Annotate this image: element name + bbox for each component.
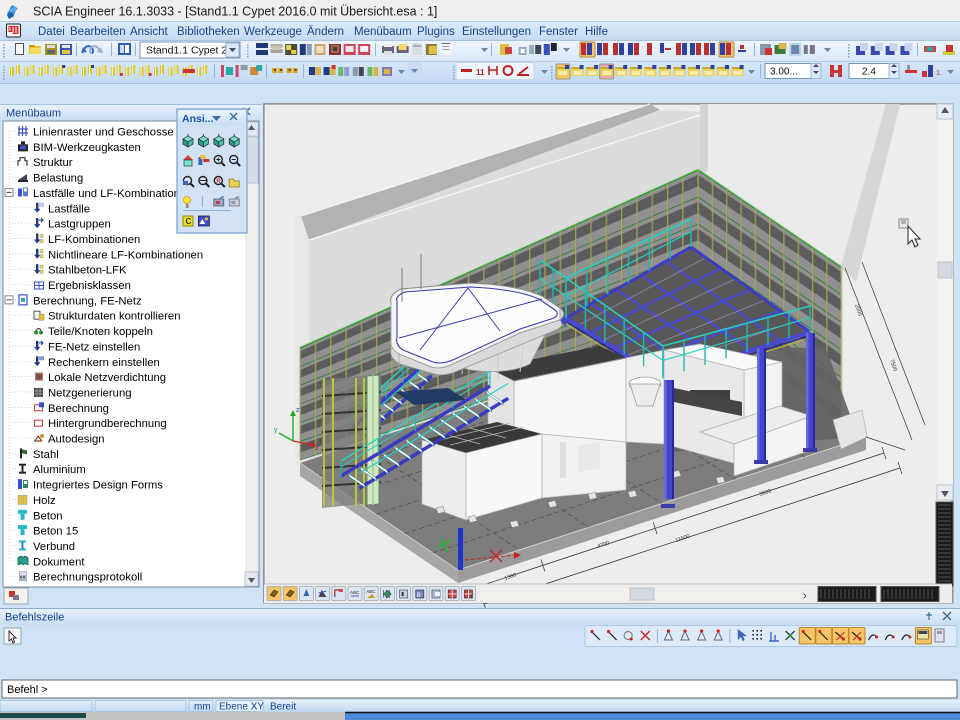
- svg-text:2.4: 2.4: [862, 67, 876, 78]
- svg-text:Werkzeuge: Werkzeuge: [244, 26, 302, 38]
- svg-text:Lastfälle: Lastfälle: [48, 203, 90, 215]
- svg-text:Ebene XY: Ebene XY: [219, 702, 264, 713]
- svg-text:Menübaum: Menübaum: [6, 108, 61, 120]
- svg-text:‹: ‹: [470, 590, 474, 602]
- svg-text:Menübaum: Menübaum: [354, 26, 412, 38]
- svg-text:ABC: ABC: [350, 590, 360, 595]
- svg-text:Lokale Netzverdichtung: Lokale Netzverdichtung: [48, 372, 166, 384]
- svg-text:Aluminium: Aluminium: [33, 464, 86, 476]
- svg-text:Nichtlineare LF-Kombinationen: Nichtlineare LF-Kombinationen: [48, 249, 203, 261]
- svg-text:Beton: Beton: [33, 510, 63, 522]
- svg-text:Befehl >: Befehl >: [7, 684, 48, 696]
- svg-text:Ändern: Ändern: [307, 26, 344, 38]
- svg-text:11: 11: [476, 68, 485, 77]
- svg-text:Bearbeiten: Bearbeiten: [70, 26, 126, 38]
- svg-text:Linienraster und Geschosse: Linienraster und Geschosse: [33, 127, 174, 139]
- svg-text:Dokument: Dokument: [33, 556, 85, 568]
- svg-text:LF-Kombinationen: LF-Kombinationen: [48, 234, 140, 246]
- svg-text:Verbund: Verbund: [33, 541, 75, 553]
- svg-text:3.00...: 3.00...: [770, 67, 798, 78]
- svg-text:Plugins: Plugins: [417, 26, 455, 38]
- svg-text:Stahlbeton-LFK: Stahlbeton-LFK: [48, 265, 127, 277]
- svg-text:z: z: [296, 407, 300, 414]
- svg-text:Holz: Holz: [33, 495, 56, 507]
- svg-text:Berechnungsprotokoll: Berechnungsprotokoll: [33, 572, 142, 584]
- svg-text:SCIA Engineer 16.1.3033 - [Sta: SCIA Engineer 16.1.3033 - [Stand1.1 Cype…: [33, 5, 437, 19]
- svg-text:x: x: [315, 445, 319, 452]
- svg-text:y: y: [274, 427, 278, 434]
- svg-text:FE-Netz einstellen: FE-Netz einstellen: [48, 341, 140, 353]
- svg-text:Stahl: Stahl: [33, 449, 59, 461]
- svg-text:Ansicht: Ansicht: [130, 26, 169, 38]
- svg-text:Teile/Knoten koppeln: Teile/Knoten koppeln: [48, 326, 153, 338]
- svg-text:Lastfälle und LF-Kombinationen: Lastfälle und LF-Kombinationen: [33, 188, 193, 200]
- svg-text:Lastgruppen: Lastgruppen: [48, 219, 111, 231]
- svg-text:Rechenkern einstellen: Rechenkern einstellen: [48, 357, 160, 369]
- svg-text:›: ›: [803, 590, 807, 602]
- svg-text:Integriertes Design Forms: Integriertes Design Forms: [33, 480, 163, 492]
- svg-text:mm: mm: [194, 702, 211, 713]
- svg-text:Ergebnisklassen: Ergebnisklassen: [48, 280, 131, 292]
- svg-text:Hilfe: Hilfe: [585, 26, 608, 38]
- svg-text:BIM-Werkzeugkasten: BIM-Werkzeugkasten: [33, 142, 141, 154]
- svg-text:ABC: ABC: [366, 589, 376, 594]
- svg-text:Fenster: Fenster: [539, 26, 578, 38]
- svg-text:Berechnung, FE-Netz: Berechnung, FE-Netz: [33, 295, 142, 307]
- svg-text:Berechnung: Berechnung: [48, 403, 109, 415]
- svg-text:1.: 1.: [936, 70, 942, 77]
- svg-text:Ansi...: Ansi...: [182, 113, 214, 125]
- svg-text:C: C: [186, 217, 192, 226]
- svg-text:R: R: [216, 179, 221, 185]
- svg-text:Einstellungen: Einstellungen: [462, 26, 531, 38]
- svg-text:Belastung: Belastung: [33, 173, 83, 185]
- svg-text:Beton 15: Beton 15: [33, 526, 78, 538]
- svg-text:Stand1.1 Cypet 20: Stand1.1 Cypet 20: [146, 45, 233, 57]
- svg-text:Befehlszeile: Befehlszeile: [5, 612, 64, 624]
- svg-text:B: B: [417, 593, 421, 599]
- svg-text:Autodesign: Autodesign: [48, 434, 105, 446]
- svg-text:Bibliotheken: Bibliotheken: [177, 26, 240, 38]
- svg-text:Datei: Datei: [38, 26, 65, 38]
- svg-text:Hintergrundberechnung: Hintergrundberechnung: [48, 418, 167, 430]
- svg-text:Strukturdaten kontrollieren: Strukturdaten kontrollieren: [48, 311, 181, 323]
- svg-text:Netzgenerierung: Netzgenerierung: [48, 387, 132, 399]
- svg-text:Struktur: Struktur: [33, 157, 73, 169]
- svg-text:Bereit: Bereit: [270, 702, 296, 713]
